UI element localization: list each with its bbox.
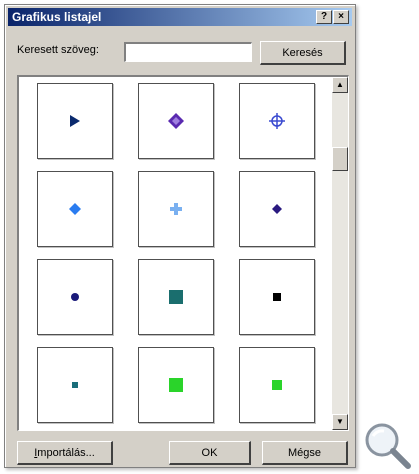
scroll-up-arrow-icon[interactable]: ▲ <box>332 77 348 93</box>
scrollbar-thumb[interactable] <box>332 147 348 171</box>
bullet-square-green-icon <box>169 378 183 392</box>
scroll-down-arrow-icon[interactable]: ▼ <box>332 414 348 430</box>
import-button[interactable]: Importálás... <box>17 441 113 465</box>
bullet-square-green-cell[interactable] <box>138 347 214 423</box>
bullet-cross-light-icon <box>170 203 182 215</box>
bullet-square-green-small-cell[interactable] <box>239 347 315 423</box>
cancel-button[interactable]: Mégse <box>262 441 348 465</box>
bullet-triangle-cell[interactable] <box>37 83 113 159</box>
bullet-dot-navy-cell[interactable] <box>37 259 113 335</box>
close-button[interactable]: × <box>333 10 349 24</box>
magnifier-icon <box>365 423 411 469</box>
bullet-square-teal-icon <box>169 290 183 304</box>
bullet-crosshair-cell[interactable] <box>239 83 315 159</box>
bullet-diamond-navy-icon <box>272 204 282 214</box>
bullet-diamond-star-icon <box>168 113 184 129</box>
bullet-square-black-icon <box>273 293 281 301</box>
title-bar[interactable]: Grafikus listajel ? × <box>8 8 352 26</box>
bullet-square-black-cell[interactable] <box>239 259 315 335</box>
bullet-diamond-blue-icon <box>69 203 81 215</box>
bullet-triangle-icon <box>70 115 80 127</box>
bullet-diamond-navy-cell[interactable] <box>239 171 315 247</box>
bullet-diamond-star-cell[interactable] <box>138 83 214 159</box>
bullet-gallery-dialog: Grafikus listajel ? × Keresett szöveg: K… <box>4 4 356 468</box>
bullet-cross-light-cell[interactable] <box>138 171 214 247</box>
bullet-dot-navy-icon <box>71 293 79 301</box>
import-label: mportálás... <box>37 446 95 459</box>
bullet-crosshair-icon <box>269 113 285 129</box>
bullet-square-green-small-icon <box>272 380 282 390</box>
ok-button[interactable]: OK <box>169 441 251 465</box>
dialog-title: Grafikus listajel <box>12 10 102 24</box>
search-input[interactable] <box>124 42 252 62</box>
search-button[interactable]: Keresés <box>260 41 346 65</box>
bullet-gallery[interactable]: ▲ ▼ <box>17 75 349 431</box>
bullet-square-teal-small-cell[interactable] <box>37 347 113 423</box>
bullet-square-teal-small-icon <box>72 382 78 388</box>
gallery-scrollbar[interactable]: ▲ ▼ <box>332 77 348 430</box>
bullet-square-teal-cell[interactable] <box>138 259 214 335</box>
help-button[interactable]: ? <box>316 10 332 24</box>
search-label: Keresett szöveg: <box>17 44 99 56</box>
bullet-diamond-blue-cell[interactable] <box>37 171 113 247</box>
